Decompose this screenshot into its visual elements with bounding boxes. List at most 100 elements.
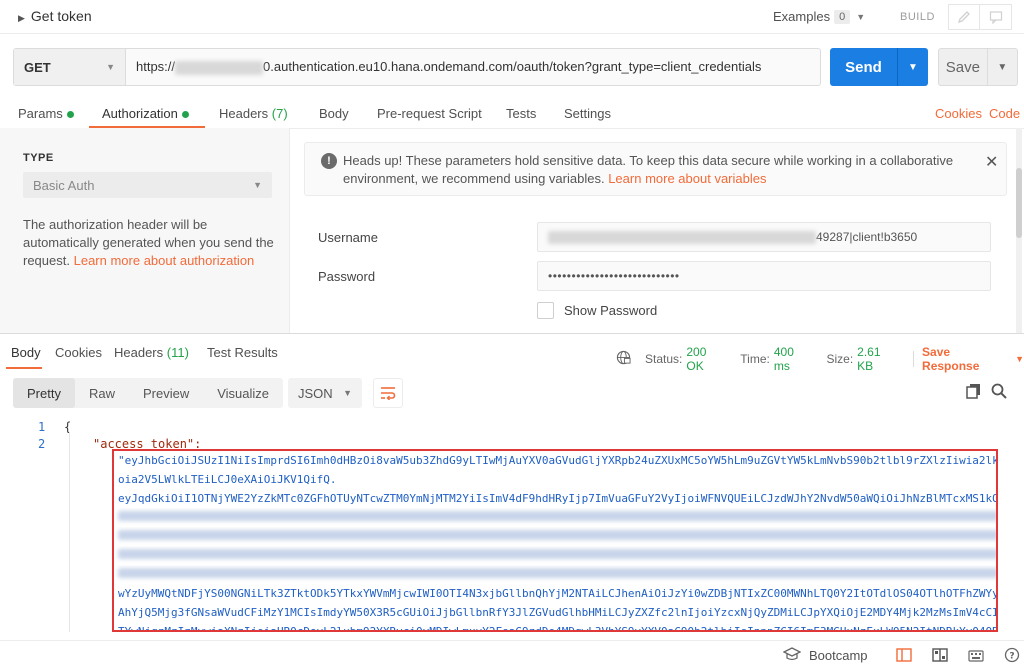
- chevron-down-icon: ▼: [106, 62, 115, 72]
- token-line: oia2V5LWlkLTEiLCJ0eXAiOiJKV1QifQ.: [118, 473, 337, 486]
- token-line-redacted: [114, 565, 996, 584]
- top-bar: [0, 0, 1024, 34]
- keyboard-shortcuts-icon[interactable]: [965, 646, 987, 664]
- line-number: 1: [38, 420, 46, 434]
- divider: [913, 351, 915, 367]
- tab-body-label: Body: [319, 106, 349, 121]
- indent-guide: [69, 432, 70, 632]
- tab-authorization[interactable]: Authorization: [102, 106, 189, 121]
- redacted-block: [118, 568, 996, 578]
- scrollbar-thumb[interactable]: [1016, 168, 1022, 238]
- svg-text:?: ?: [1009, 652, 1014, 662]
- tab-prerequest-label: Pre-request Script: [377, 106, 482, 121]
- search-icon[interactable]: [991, 383, 1007, 402]
- response-tab-test-results[interactable]: Test Results: [207, 345, 278, 360]
- tab-prerequest-script[interactable]: Pre-request Script: [377, 106, 482, 121]
- line-number: 2: [38, 437, 46, 451]
- status-footer: [0, 640, 1024, 669]
- show-password-checkbox[interactable]: [537, 302, 554, 319]
- tab-params[interactable]: Params: [18, 106, 74, 121]
- help-icon[interactable]: ?: [1001, 646, 1023, 664]
- username-visible-value: 49287|client!b3650: [816, 230, 918, 244]
- response-tab-headers-label: Headers: [114, 345, 164, 360]
- redacted-block: [118, 549, 996, 559]
- method-select[interactable]: GET ▼: [14, 49, 126, 85]
- view-preview-button[interactable]: Preview: [129, 378, 203, 408]
- method-value: GET: [24, 59, 51, 75]
- two-pane-view-icon[interactable]: [893, 646, 915, 664]
- send-options-chevron-icon[interactable]: ▼: [897, 48, 928, 86]
- username-field[interactable]: 49287|client!b3650: [537, 222, 991, 252]
- show-password-label[interactable]: Show Password: [564, 303, 657, 318]
- status-value[interactable]: 200 OK: [686, 345, 726, 373]
- request-title[interactable]: ▶ Get token: [18, 8, 92, 24]
- url-prefix: https://: [136, 59, 176, 75]
- edit-icon[interactable]: [948, 4, 980, 30]
- build-tab[interactable]: BUILD: [900, 11, 935, 23]
- response-tab-cookies[interactable]: Cookies: [55, 345, 102, 360]
- tab-body[interactable]: Body: [319, 106, 349, 121]
- learn-more-variables-link[interactable]: Learn more about variables: [608, 171, 766, 186]
- examples-label: Examples: [773, 9, 831, 24]
- view-mode-group: Pretty Raw Preview Visualize: [13, 378, 284, 408]
- view-visualize-button[interactable]: Visualize: [203, 378, 283, 408]
- password-field[interactable]: ••••••••••••••••••••••••••••: [537, 261, 991, 291]
- size-value[interactable]: 2.61 KB: [857, 345, 899, 373]
- tab-headers[interactable]: Headers (7): [219, 106, 288, 121]
- learn-more-authorization-link[interactable]: Learn more about authorization: [74, 253, 255, 268]
- time-value[interactable]: 400 ms: [774, 345, 813, 373]
- chevron-down-icon: ▼: [343, 388, 352, 398]
- layout-grid-icon[interactable]: [929, 646, 951, 664]
- chevron-down-icon[interactable]: ▼: [1015, 354, 1024, 364]
- response-tab-headers[interactable]: Headers (11): [114, 345, 189, 360]
- active-response-tab-underline: [6, 367, 42, 369]
- examples-dropdown[interactable]: Examples 0 ▼: [773, 9, 865, 24]
- url-input[interactable]: https:// 0.authentication.eu10.hana.ondem…: [126, 59, 761, 75]
- authorization-indicator-dot: [181, 111, 189, 119]
- token-line: eyJqdGkiOiI1OTNjYWE2YzZkMTc0ZGFhOTUyNTcw…: [118, 492, 996, 505]
- url-suffix: 0.authentication.eu10.hana.ondemand.com/…: [263, 59, 762, 75]
- username-redacted-segment: [548, 230, 816, 244]
- auth-type-value: Basic Auth: [33, 177, 95, 193]
- response-divider[interactable]: [0, 333, 1024, 334]
- redacted-block: [118, 511, 996, 521]
- redacted-block: [118, 530, 996, 540]
- close-icon[interactable]: ✕: [985, 152, 998, 172]
- globe-icon[interactable]: [616, 350, 631, 368]
- response-tab-body[interactable]: Body: [11, 345, 41, 360]
- url-bar: GET ▼ https:// 0.authentication.eu10.hana…: [13, 48, 821, 86]
- auth-type-select[interactable]: Basic Auth ▼: [23, 172, 272, 198]
- view-pretty-button[interactable]: Pretty: [13, 378, 75, 408]
- tab-authorization-label: Authorization: [102, 106, 178, 121]
- code-link[interactable]: Code: [989, 106, 1020, 121]
- save-label: Save: [945, 58, 980, 76]
- token-line-redacted: [114, 546, 996, 565]
- auth-scrollbar[interactable]: [1016, 128, 1022, 333]
- caret-right-icon[interactable]: ▶: [18, 13, 25, 23]
- tab-params-label: Params: [18, 106, 63, 121]
- bootcamp-button[interactable]: Bootcamp: [782, 647, 868, 664]
- username-label: Username: [318, 230, 378, 245]
- url-redacted-segment: [175, 60, 264, 75]
- format-select[interactable]: JSON ▼: [288, 378, 362, 408]
- save-response-button[interactable]: Save Response: [922, 345, 1009, 373]
- graduation-cap-icon: [782, 647, 802, 664]
- chevron-down-icon: ▼: [253, 180, 262, 190]
- comment-icon[interactable]: [980, 4, 1012, 30]
- access-token-highlight-box[interactable]: "eyJhbGciOiJSUzI1NiIsImprdSI6Imh0dHBzOi8…: [112, 449, 998, 632]
- send-button[interactable]: Send ▼: [830, 48, 928, 86]
- alert-message: Heads up! These parameters hold sensitiv…: [343, 152, 963, 188]
- cookies-link[interactable]: Cookies: [935, 106, 982, 121]
- token-line: wYzUyMWQtNDFjYS00NGNiLTk3ZTktODk5YTkxYWV…: [118, 587, 996, 600]
- size-label: Size:: [826, 352, 854, 366]
- save-button[interactable]: Save ▼: [938, 48, 1018, 86]
- wrap-lines-icon[interactable]: [373, 378, 403, 408]
- save-options-chevron-icon[interactable]: ▼: [986, 49, 1017, 85]
- tab-tests[interactable]: Tests: [506, 106, 536, 121]
- examples-count-badge: 0: [834, 9, 851, 24]
- tab-settings[interactable]: Settings: [564, 106, 611, 121]
- tab-settings-label: Settings: [564, 106, 611, 121]
- view-raw-button[interactable]: Raw: [75, 378, 129, 408]
- send-label: Send: [845, 58, 882, 76]
- copy-icon[interactable]: [966, 383, 982, 402]
